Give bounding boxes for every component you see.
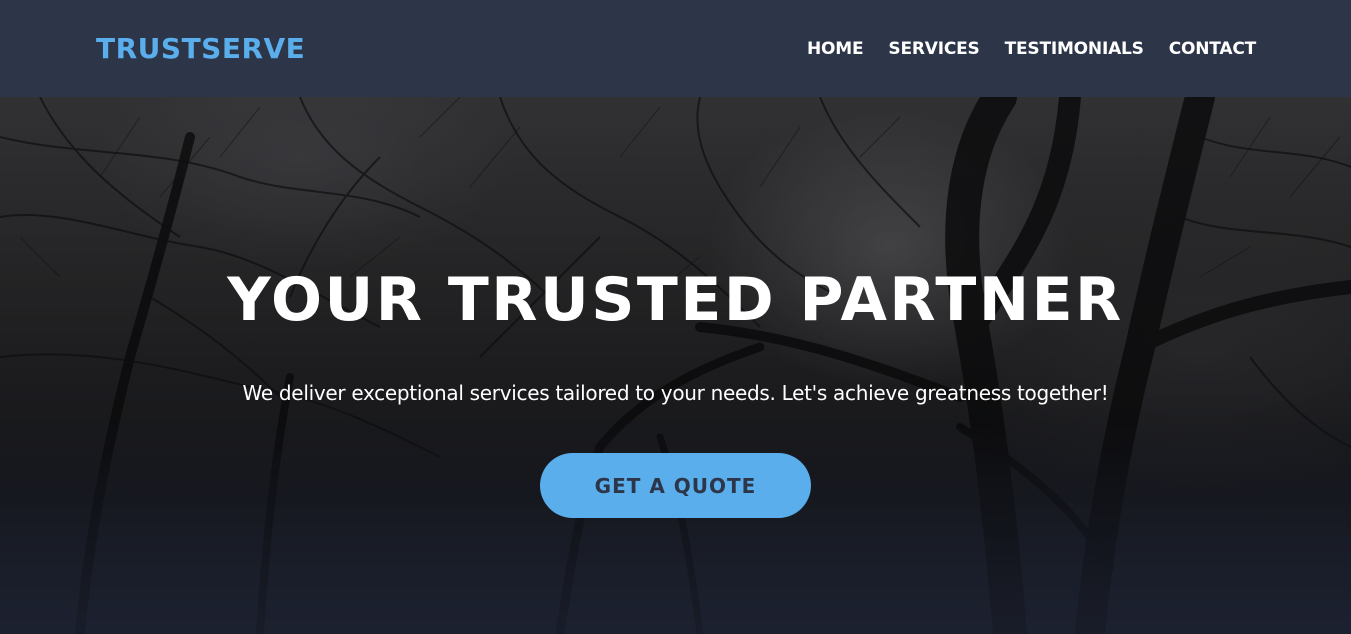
site-logo[interactable]: TRUSTSERVE xyxy=(96,32,305,65)
nav-item-contact[interactable]: CONTACT xyxy=(1169,39,1256,59)
main-nav: HOME SERVICES TESTIMONIALS CONTACT xyxy=(807,39,1256,59)
hero-section: YOUR TRUSTED PARTNER We deliver exceptio… xyxy=(0,97,1351,634)
hero-content: YOUR TRUSTED PARTNER We deliver exceptio… xyxy=(0,97,1351,634)
hero-subtitle: We deliver exceptional services tailored… xyxy=(242,381,1109,405)
navbar: TRUSTSERVE HOME SERVICES TESTIMONIALS CO… xyxy=(0,0,1351,97)
nav-item-testimonials[interactable]: TESTIMONIALS xyxy=(1005,39,1144,59)
nav-item-home[interactable]: HOME xyxy=(807,39,864,59)
hero-title: YOUR TRUSTED PARTNER xyxy=(227,265,1124,335)
nav-item-services[interactable]: SERVICES xyxy=(888,39,979,59)
get-quote-button[interactable]: GET A QUOTE xyxy=(540,453,811,518)
